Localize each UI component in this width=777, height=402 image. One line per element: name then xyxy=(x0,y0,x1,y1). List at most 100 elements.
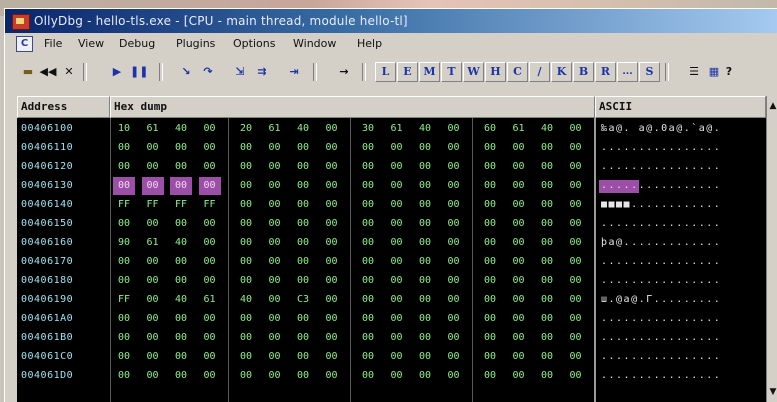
hex-byte[interactable]: 00 xyxy=(321,196,343,214)
threads-button[interactable]: T xyxy=(441,62,462,82)
hex-byte[interactable]: 61 xyxy=(199,291,221,309)
row-ascii[interactable]: ................ xyxy=(601,367,721,385)
hex-byte[interactable]: 00 xyxy=(357,215,379,233)
hex-byte[interactable]: 00 xyxy=(508,272,530,290)
hex-byte[interactable]: 61 xyxy=(264,120,286,138)
hex-byte[interactable]: 00 xyxy=(443,272,465,290)
hex-byte[interactable]: 00 xyxy=(170,310,192,328)
hex-byte[interactable]: 00 xyxy=(414,291,436,309)
hex-byte[interactable]: 10 xyxy=(113,120,135,138)
hex-byte[interactable]: 00 xyxy=(386,196,408,214)
hex-byte[interactable]: 00 xyxy=(536,234,558,252)
hex-byte[interactable]: 00 xyxy=(292,329,314,347)
hex-byte[interactable]: 40 xyxy=(292,120,314,138)
vertical-scrollbar[interactable]: ▲ ▼ xyxy=(766,96,777,402)
hex-byte[interactable]: 00 xyxy=(199,139,221,157)
hex-byte[interactable]: 00 xyxy=(170,215,192,233)
hex-byte[interactable]: 00 xyxy=(113,272,135,290)
hex-byte[interactable]: 00 xyxy=(386,272,408,290)
restart-icon[interactable]: ◀◀ xyxy=(39,63,57,81)
hex-byte[interactable]: 00 xyxy=(170,139,192,157)
hex-byte[interactable]: 00 xyxy=(443,234,465,252)
hex-byte[interactable]: 00 xyxy=(292,310,314,328)
hex-byte[interactable]: 00 xyxy=(264,253,286,271)
hex-byte[interactable]: 00 xyxy=(565,120,587,138)
hex-byte[interactable]: 00 xyxy=(321,291,343,309)
row-ascii[interactable]: ................ xyxy=(601,253,721,271)
hex-byte[interactable]: 00 xyxy=(508,215,530,233)
execute-till-return-icon[interactable]: ⇥ xyxy=(285,63,303,81)
hex-byte[interactable]: 00 xyxy=(414,348,436,366)
hex-byte[interactable]: 00 xyxy=(142,272,164,290)
hex-byte[interactable]: 00 xyxy=(386,310,408,328)
hex-byte[interactable]: 00 xyxy=(508,234,530,252)
hex-byte[interactable]: 00 xyxy=(536,310,558,328)
hex-byte[interactable]: 00 xyxy=(508,177,530,195)
dump-row[interactable]: 00406140 FF FF FF FF 00 00 00 00 00 00 00 00 00 00 00 00… xyxy=(17,196,766,214)
scroll-up-icon[interactable]: ▲ xyxy=(767,99,777,113)
hex-byte[interactable]: 00 xyxy=(357,158,379,176)
hex-byte[interactable]: 00 xyxy=(264,215,286,233)
hex-byte[interactable]: 00 xyxy=(508,158,530,176)
windows-button[interactable]: W xyxy=(463,62,484,82)
pause-icon[interactable]: ❚❚ xyxy=(130,63,148,81)
hex-byte[interactable]: 00 xyxy=(199,367,221,385)
hex-byte[interactable]: 00 xyxy=(357,310,379,328)
hex-byte[interactable]: 00 xyxy=(170,367,192,385)
hex-byte[interactable]: 00 xyxy=(386,329,408,347)
dump-row[interactable]: 004061B0 00 00 00 00 00 00 00 00 00 00 00 00 00 00 00 00… xyxy=(17,329,766,347)
hex-byte[interactable]: 00 xyxy=(235,234,257,252)
hex-byte[interactable]: 00 xyxy=(357,291,379,309)
hex-byte[interactable]: 00 xyxy=(508,310,530,328)
menu-plugins[interactable]: Plugins xyxy=(176,37,215,50)
hex-byte[interactable]: 00 xyxy=(414,329,436,347)
hex-byte[interactable]: 00 xyxy=(508,348,530,366)
hex-byte[interactable]: FF xyxy=(142,196,164,214)
hex-byte[interactable]: 00 xyxy=(414,215,436,233)
column-header-ascii[interactable]: ASCII xyxy=(595,96,766,118)
hex-dump-pane[interactable]: Address Hex dump ASCII 00406100 10 61 40 00 2… xyxy=(17,96,766,402)
dump-row[interactable]: 00406160 90 61 40 00 00 00 00 00 00 00 00 00 00 00 00 00… xyxy=(17,234,766,252)
hex-byte[interactable]: 60 xyxy=(479,120,501,138)
hex-byte[interactable]: 00 xyxy=(292,139,314,157)
hex-byte[interactable]: 00 xyxy=(536,367,558,385)
hex-byte[interactable]: 00 xyxy=(142,253,164,271)
hex-byte[interactable]: 00 xyxy=(264,234,286,252)
hex-byte[interactable]: 40 xyxy=(536,120,558,138)
step-over-icon[interactable]: ↷ xyxy=(199,63,217,81)
hex-byte[interactable]: 00 xyxy=(536,215,558,233)
hex-byte[interactable]: 00 xyxy=(386,177,408,195)
hex-byte[interactable]: 00 xyxy=(142,329,164,347)
memory-map-button[interactable]: M xyxy=(419,62,440,82)
hex-byte[interactable]: 00 xyxy=(536,253,558,271)
hex-byte[interactable]: 00 xyxy=(113,310,135,328)
menu-window[interactable]: Window xyxy=(293,37,336,50)
hex-byte[interactable]: 00 xyxy=(414,272,436,290)
hex-byte[interactable]: 00 xyxy=(386,158,408,176)
run-icon[interactable]: ▶ xyxy=(108,63,126,81)
help-icon[interactable]: ? xyxy=(723,63,735,81)
hex-byte[interactable]: 00 xyxy=(142,158,164,176)
row-ascii[interactable]: ................ xyxy=(601,158,721,176)
hex-byte[interactable]: 00 xyxy=(386,215,408,233)
mdi-child-icon[interactable]: C xyxy=(16,36,33,52)
hex-byte[interactable]: 00 xyxy=(142,139,164,157)
row-ascii[interactable]: ................ xyxy=(601,272,721,290)
hex-byte[interactable]: 00 xyxy=(292,177,314,195)
menu-help[interactable]: Help xyxy=(357,37,382,50)
dump-row[interactable]: 004061C0 00 00 00 00 00 00 00 00 00 00 00 00 00 00 00 00… xyxy=(17,348,766,366)
hex-byte[interactable]: 00 xyxy=(199,348,221,366)
hex-byte[interactable]: 00 xyxy=(264,196,286,214)
hex-byte[interactable]: 00 xyxy=(508,139,530,157)
hex-byte[interactable]: 00 xyxy=(170,177,192,195)
hex-byte[interactable]: 00 xyxy=(443,158,465,176)
open-icon[interactable]: ▬ xyxy=(19,63,37,81)
hex-byte[interactable]: 00 xyxy=(386,291,408,309)
row-ascii[interactable]: ................ xyxy=(601,215,721,233)
hex-byte[interactable]: 30 xyxy=(357,120,379,138)
hex-byte[interactable]: C3 xyxy=(292,291,314,309)
hex-byte[interactable]: 00 xyxy=(113,139,135,157)
hex-byte[interactable]: 00 xyxy=(357,329,379,347)
hex-byte[interactable]: 00 xyxy=(479,158,501,176)
row-ascii[interactable]: ■■■■............ xyxy=(601,196,721,214)
